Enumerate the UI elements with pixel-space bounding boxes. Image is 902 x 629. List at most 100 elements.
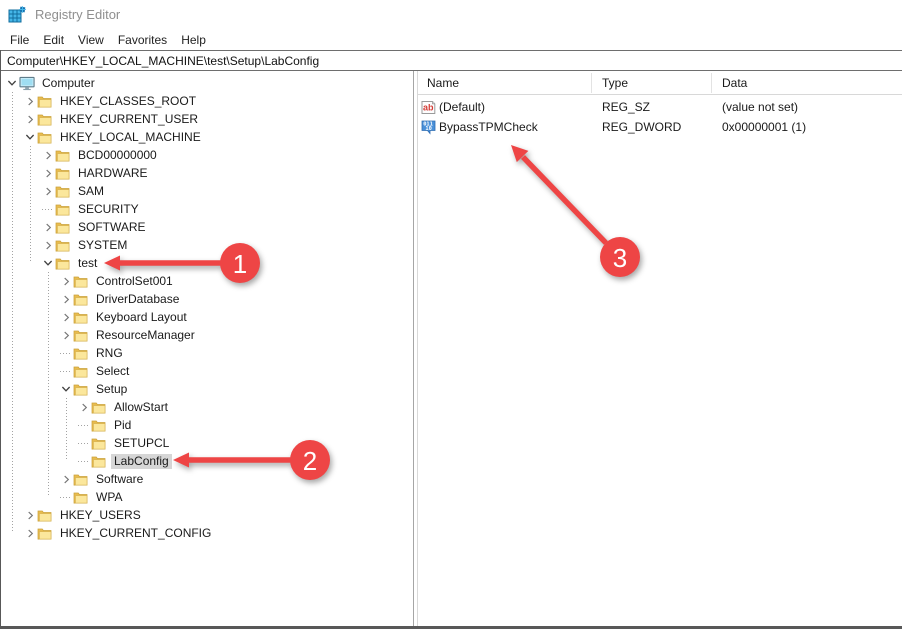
folder-icon [91,420,106,431]
chevron-right-icon[interactable] [44,151,53,160]
chevron-right-icon[interactable] [62,277,71,286]
tree-item-setup[interactable]: Setup [1,380,413,398]
tree-item-allowstart[interactable]: AllowStart [1,398,413,416]
chevron-down-icon[interactable] [61,384,71,394]
column-header-name[interactable]: Name [418,72,592,93]
value-data: (value not set) [722,100,799,114]
folder-icon [73,366,88,377]
tree-item-label: Software [96,471,144,486]
menu-item-file[interactable]: File [3,31,36,49]
tree-item-label: HKEY_USERS [60,507,141,522]
tree-item-hkey-current-user[interactable]: HKEY_CURRENT_USER [1,110,413,128]
tree-item-hardware[interactable]: HARDWARE [1,164,413,182]
tree-item-pid[interactable]: Pid [1,416,413,434]
tree-dotted-connector [60,353,72,354]
folder-icon [73,474,88,485]
tree-item-label: RNG [96,345,123,360]
tree-item-computer[interactable]: Computer [1,74,413,92]
chevron-right-icon[interactable] [44,169,53,178]
values-header-row: Name Type Data [418,71,902,95]
chevron-down-icon[interactable] [7,78,17,88]
folder-icon [55,240,70,251]
tree-item-label: HKEY_CLASSES_ROOT [60,93,197,108]
tree-item-select[interactable]: Select [1,362,413,380]
chevron-right-icon[interactable] [62,475,71,484]
tree-item-driverdatabase[interactable]: DriverDatabase [1,290,413,308]
chevron-right-icon[interactable] [26,115,35,124]
tree-item-sam[interactable]: SAM [1,182,413,200]
chevron-right-icon[interactable] [62,295,71,304]
chevron-right-icon[interactable] [26,511,35,520]
tree-item-label: HKEY_LOCAL_MACHINE [60,129,201,144]
tree-item-label: Pid [114,417,132,432]
tree-item-hkey-local-machine[interactable]: HKEY_LOCAL_MACHINE [1,128,413,146]
column-header-type[interactable]: Type [592,72,712,93]
tree-item-hkey-classes-root[interactable]: HKEY_CLASSES_ROOT [1,92,413,110]
folder-icon [73,294,88,305]
chevron-right-icon[interactable] [44,187,53,196]
tree-item-wpa[interactable]: WPA [1,488,413,506]
folder-icon [55,186,70,197]
tree-item-label: SETUPCL [114,435,170,450]
tree-item-hkey-current-config[interactable]: HKEY_CURRENT_CONFIG [1,524,413,542]
tree-dotted-connector [42,209,54,210]
tree-item-label: DriverDatabase [96,291,180,306]
tree-dotted-connector [60,497,72,498]
chevron-right-icon[interactable] [44,223,53,232]
folder-icon [91,456,106,467]
computer-icon [19,76,35,90]
tree-item-label: HKEY_CURRENT_CONFIG [60,525,212,540]
svg-text:ab: ab [423,102,434,112]
tree-item-label: HARDWARE [78,165,148,180]
column-header-data[interactable]: Data [712,73,902,93]
value-name: (Default) [439,100,486,114]
tree-item-bcd00000000[interactable]: BCD00000000 [1,146,413,164]
value-row-default[interactable]: ab (Default) REG_SZ (value not set) [418,97,902,117]
tree-item-labconfig[interactable]: LabConfig [1,452,413,470]
chevron-right-icon[interactable] [44,241,53,250]
tree-item-hkey-users[interactable]: HKEY_USERS [1,506,413,524]
tree-guide-line [30,146,31,263]
tree-item-rng[interactable]: RNG [1,344,413,362]
chevron-right-icon[interactable] [62,313,71,322]
folder-icon [91,402,106,413]
menu-item-view[interactable]: View [71,31,111,49]
folder-icon [37,96,52,107]
menu-bar: File Edit View Favorites Help [0,29,902,50]
value-row-bypasstpmcheck[interactable]: 011 10 BypassTPMCheck REG_DWORD 0x000000… [418,117,902,137]
tree-item-label: SOFTWARE [78,219,146,234]
tree-item-keyboard-layout[interactable]: Keyboard Layout [1,308,413,326]
chevron-right-icon[interactable] [26,97,35,106]
folder-icon [73,384,88,395]
tree-item-label: AllowStart [114,399,169,414]
chevron-down-icon[interactable] [43,258,53,268]
folder-icon [37,528,52,539]
menu-item-help[interactable]: Help [174,31,213,49]
tree-item-label: ResourceManager [96,327,195,342]
tree-item-resourcemanager[interactable]: ResourceManager [1,326,413,344]
chevron-right-icon[interactable] [62,331,71,340]
folder-icon [73,492,88,503]
menu-item-edit[interactable]: Edit [36,31,71,49]
chevron-right-icon[interactable] [80,403,89,412]
tree-item-test[interactable]: test [1,254,413,272]
chevron-down-icon[interactable] [25,132,35,142]
chevron-right-icon[interactable] [26,529,35,538]
folder-icon [37,132,52,143]
menu-item-favorites[interactable]: Favorites [111,31,174,49]
tree-item-setupcl[interactable]: SETUPCL [1,434,413,452]
tree-item-software[interactable]: Software [1,470,413,488]
tree-item-security[interactable]: SECURITY [1,200,413,218]
tree-item-system[interactable]: SYSTEM [1,236,413,254]
tree-item-controlset001[interactable]: ControlSet001 [1,272,413,290]
tree-guide-line [12,92,13,533]
tree-item-label: Keyboard Layout [96,309,187,324]
tree-item-software[interactable]: SOFTWARE [1,218,413,236]
folder-icon [55,258,70,269]
svg-text:10: 10 [425,126,432,132]
tree-item-label: WPA [96,489,123,504]
tree-dotted-connector [78,443,90,444]
address-input[interactable] [1,51,902,70]
folder-icon [73,312,88,323]
folder-icon [55,168,70,179]
